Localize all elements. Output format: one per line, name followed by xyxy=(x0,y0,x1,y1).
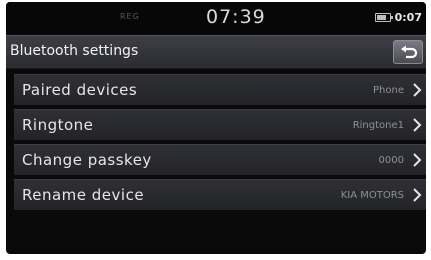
battery-icon xyxy=(374,13,393,22)
call-timer: 0:07 xyxy=(394,11,422,24)
item-value: KIA MOTORS xyxy=(340,190,404,201)
item-label: Ringtone xyxy=(22,116,94,134)
list-item-ringtone[interactable]: Ringtone Ringtone1 xyxy=(14,109,426,140)
status-bar: REG 07:39 0:07 xyxy=(6,2,426,34)
list-item-rename-device[interactable]: Rename device KIA MOTORS xyxy=(14,179,426,210)
page-title: Bluetooth settings xyxy=(10,43,139,59)
back-button[interactable] xyxy=(393,40,423,64)
chevron-right-icon xyxy=(413,153,422,167)
item-value: 0000 xyxy=(378,155,404,166)
chevron-right-icon xyxy=(413,83,422,97)
item-label: Paired devices xyxy=(22,81,138,99)
title-bar: Bluetooth settings xyxy=(6,35,426,69)
status-icons: 0:07 xyxy=(374,11,422,24)
back-arrow-icon xyxy=(401,45,418,59)
item-label: Change passkey xyxy=(22,151,152,169)
list-item-change-passkey[interactable]: Change passkey 0000 xyxy=(14,144,426,175)
status-indicator: REG xyxy=(120,12,140,21)
list-item-paired-devices[interactable]: Paired devices Phone xyxy=(14,74,426,105)
head-unit-screen: REG 07:39 0:07 Bluetooth settings Paired… xyxy=(6,2,426,254)
item-value: Ringtone1 xyxy=(352,120,404,131)
chevron-right-icon xyxy=(413,118,422,132)
clock: 07:39 xyxy=(206,6,266,28)
settings-list: Paired devices Phone Ringtone Ringtone1 … xyxy=(14,74,426,214)
chevron-right-icon xyxy=(413,188,422,202)
item-label: Rename device xyxy=(22,186,145,204)
item-value: Phone xyxy=(373,85,404,96)
